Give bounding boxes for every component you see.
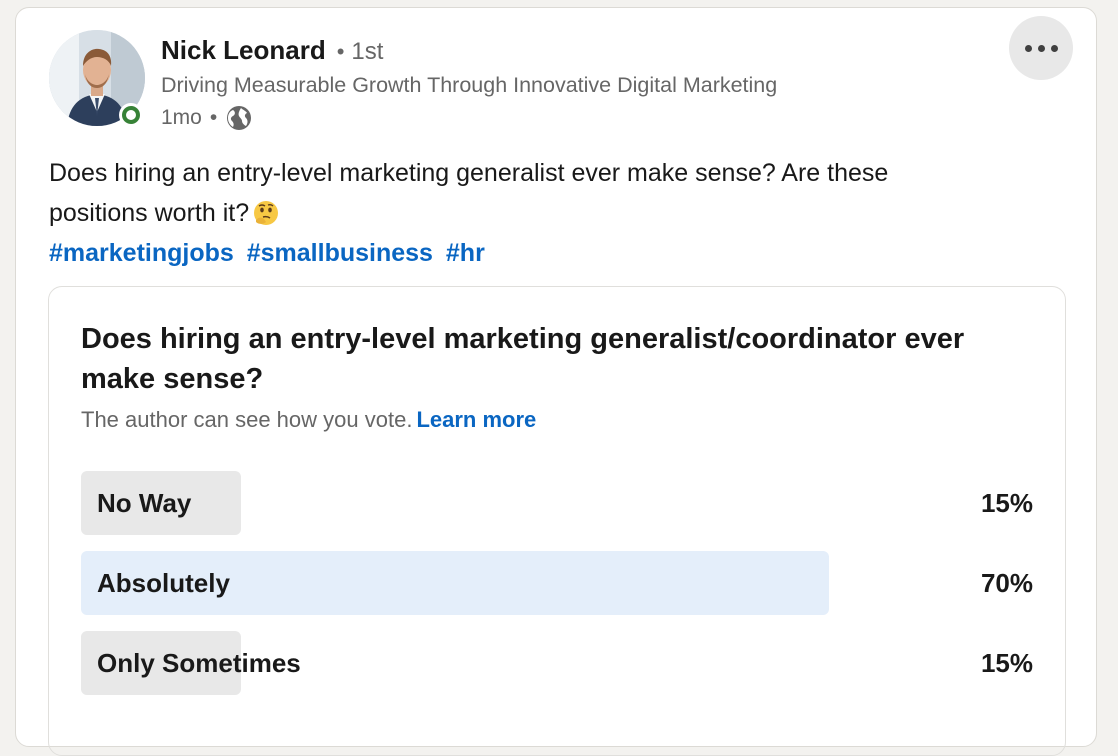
hashtag-link[interactable]: #marketingjobs bbox=[49, 239, 234, 267]
hashtag-link[interactable]: #hr bbox=[446, 239, 485, 267]
globe-icon[interactable] bbox=[225, 104, 253, 132]
learn-more-link[interactable]: Learn more bbox=[416, 407, 536, 432]
poll-option-percent: 15% bbox=[980, 648, 1033, 678]
poll-card: Does hiring an entry-level marketing gen… bbox=[48, 286, 1066, 756]
online-status-indicator bbox=[119, 103, 143, 127]
post-text-line1: Does hiring an entry-level marketing gen… bbox=[49, 159, 889, 187]
thinking-face-icon bbox=[254, 201, 279, 225]
poll-option[interactable]: No Way 15% bbox=[81, 471, 1033, 535]
connection-degree: 1st bbox=[351, 38, 384, 65]
poll-option-label: No Way bbox=[97, 488, 192, 518]
poll-option[interactable]: Absolutely 70% bbox=[81, 551, 1033, 615]
hashtag-list: #marketingjobs #smallbusiness #hr bbox=[49, 233, 491, 273]
poll-option-percent: 70% bbox=[980, 568, 1033, 598]
poll-option[interactable]: Only Sometimes 15% bbox=[81, 631, 1033, 695]
poll-option-label: Only Sometimes bbox=[97, 648, 301, 678]
poll-visibility-note: The author can see how you vote. Learn mo… bbox=[81, 407, 536, 433]
post-body: Does hiring an entry-level marketing gen… bbox=[49, 153, 1059, 233]
feed-post-card: Nick Leonard • 1st Driving Measurable Gr… bbox=[15, 7, 1097, 756]
poll-option-label: Absolutely bbox=[97, 568, 230, 598]
poll-question: Does hiring an entry-level marketing gen… bbox=[81, 323, 965, 395]
post-text-line2: positions worth it? bbox=[49, 199, 250, 227]
separator-dot: • bbox=[209, 106, 218, 129]
post-meta: 1mo • bbox=[161, 104, 253, 132]
post-age: 1mo bbox=[161, 106, 202, 129]
author-name[interactable]: Nick Leonard bbox=[161, 35, 326, 66]
author-headline: Driving Measurable Growth Through Innova… bbox=[161, 73, 778, 97]
poll-option-percent: 15% bbox=[980, 488, 1033, 518]
separator-dot: • bbox=[336, 39, 345, 64]
poll-visibility-text: The author can see how you vote. bbox=[81, 407, 413, 432]
ellipsis-icon bbox=[1024, 44, 1058, 52]
hashtag-link[interactable]: #smallbusiness bbox=[247, 239, 433, 267]
more-options-button[interactable] bbox=[1009, 16, 1073, 80]
